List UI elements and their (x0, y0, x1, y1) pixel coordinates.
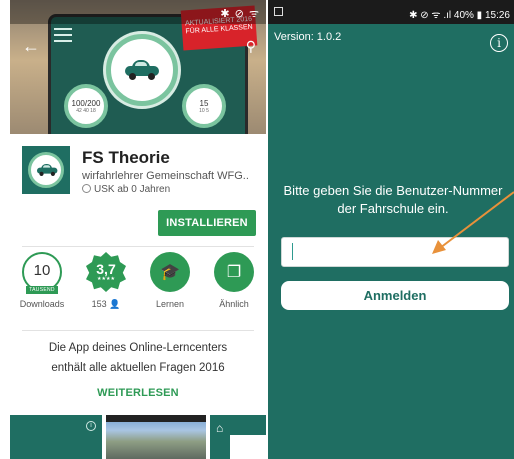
screenshot-panel (230, 435, 266, 459)
rating-badge: 3,7 ★★★★ (86, 252, 126, 292)
app-icon (22, 146, 70, 194)
app-title: FS Theorie (82, 148, 170, 167)
status-bar: ✱ ⊘ ᯤ (10, 0, 266, 24)
play-store-screen: ← AKTUALISIERT 2016 FÜR ALLE KLASSEN ⚲ 1… (10, 0, 266, 459)
screenshot-topbar (106, 415, 206, 422)
login-prompt: Bitte geben Sie die Benutzer-Nummer der … (283, 183, 503, 216)
back-arrow-icon[interactable]: ← (22, 36, 40, 57)
login-button[interactable]: Anmelden (281, 281, 509, 310)
divider (22, 330, 254, 331)
app-description: Die App deines Online-Lerncenters enthäl… (10, 338, 266, 378)
stat-downloads: 10 TAUSEND Downloads (13, 252, 71, 322)
user-number-input[interactable] (281, 237, 509, 267)
description-line-1: Die App deines Online-Lerncenters (48, 342, 228, 354)
downloads-tag: TAUSEND (26, 286, 58, 294)
age-rating: USK ab 0 Jahren (82, 184, 170, 195)
stat-rating[interactable]: 3,7 ★★★★ 153 👤 (77, 252, 135, 322)
hamburger-menu-icon (54, 28, 72, 46)
info-icon[interactable]: i (490, 34, 508, 52)
screenshot-3[interactable]: ⌂ (210, 415, 266, 459)
person-icon: 👤 (109, 299, 121, 309)
description-line-2: enthält alle aktuellen Fragen 2016 (51, 362, 225, 374)
rating-count: 153 👤 (91, 299, 121, 309)
home-icon: ⌂ (216, 421, 224, 435)
screenshot-1[interactable]: i (10, 415, 102, 459)
text-cursor (292, 243, 293, 260)
gauge-left-sub: 42 40 18 (76, 107, 96, 114)
car-icon (37, 164, 58, 176)
screenshot-2[interactable] (106, 415, 206, 459)
version-label: Version: 1.0.2 (274, 31, 342, 43)
gauge-main (106, 34, 178, 106)
install-button[interactable]: INSTALLIEREN (158, 210, 256, 236)
rating-stars: ★★★★ (97, 276, 115, 282)
gauge-left: 100/200 42 40 18 (64, 84, 108, 128)
login-screen: ✱ ⊘ ᯤ .ıl 40% ▮ 15:26 Version: 1.0.2 i B… (268, 0, 514, 459)
notification-icon (274, 7, 283, 16)
annotation-arrow-icon (432, 191, 514, 254)
gauge-right-sub: 10 5 (199, 107, 209, 114)
gauge-right-value: 15 (199, 98, 209, 108)
info-icon: i (86, 421, 96, 431)
downloads-badge: 10 TAUSEND (22, 252, 62, 294)
status-text: ✱ ⊘ ᯤ .ıl 40% ▮ 15:26 (409, 10, 510, 21)
gauge-right: 15 10 5 (182, 84, 226, 128)
status-icons: ✱ ⊘ ᯤ (220, 8, 260, 20)
age-rating-text: USK ab 0 Jahren (94, 184, 171, 195)
app-stats: 10 TAUSEND Downloads 3,7 ★★★★ 153 👤 🎓 Le… (10, 252, 266, 322)
status-bar: ✱ ⊘ ᯤ .ıl 40% ▮ 15:26 (268, 0, 514, 24)
search-icon[interactable]: ⚲ (246, 38, 256, 55)
stat-similar[interactable]: ❐ Ähnlich (205, 252, 263, 322)
car-icon (125, 60, 159, 80)
downloads-label: Downloads (19, 299, 65, 309)
read-more-link[interactable]: WEITERLESEN (10, 387, 266, 399)
downloads-value: 10 (33, 261, 51, 279)
category-label: Lernen (155, 299, 185, 309)
app-developer[interactable]: wirfahrlehrer Gemeinschaft WFG.. (82, 170, 249, 182)
app-info: FS Theorie wirfahrlehrer Gemeinschaft WF… (10, 134, 266, 244)
screenshot-strip[interactable]: i ⌂ (10, 415, 266, 459)
gauge-left-value: 100/200 (71, 98, 101, 108)
usk-icon (82, 184, 91, 193)
similar-label: Ähnlich (219, 299, 249, 309)
graduation-cap-icon: 🎓 (150, 252, 190, 292)
divider (22, 246, 254, 247)
cards-icon: ❐ (214, 252, 254, 292)
stat-category[interactable]: 🎓 Lernen (141, 252, 199, 322)
rating-value: 3,7 (96, 261, 116, 277)
